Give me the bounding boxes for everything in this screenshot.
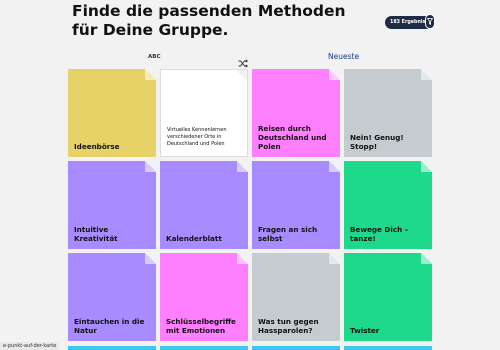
method-card-title: Schlüsselbegriffe mit Emotionen xyxy=(166,317,236,335)
method-card-partial[interactable] xyxy=(160,346,248,350)
method-card[interactable]: Fragen an sich selbst xyxy=(252,161,340,249)
folded-corner xyxy=(329,253,340,264)
method-card[interactable]: Schlüsselbegriffe mit Emotionen xyxy=(160,253,248,341)
folded-corner xyxy=(329,161,340,172)
method-card-title: Twister xyxy=(350,326,380,335)
folded-corner xyxy=(421,161,432,172)
method-card[interactable]: Twister xyxy=(344,253,432,341)
folded-corner xyxy=(145,69,156,80)
status-url: e-punkt-auf-der-karte xyxy=(0,342,60,350)
filter-icon[interactable] xyxy=(425,14,435,29)
method-card-title: Ideenbörse xyxy=(74,142,120,151)
folded-corner xyxy=(421,253,432,264)
method-card-title: Intuitive Kreativität xyxy=(74,225,118,243)
method-card-title: Was tun gegen Hassparolen? xyxy=(258,317,319,335)
method-card[interactable]: Was tun gegen Hassparolen? xyxy=(252,253,340,341)
method-card-title: Fragen an sich selbst xyxy=(258,225,318,243)
method-card-partial[interactable] xyxy=(68,346,156,350)
method-card-title: Kalenderblatt xyxy=(166,234,222,243)
method-card-title: Eintauchen in die Natur xyxy=(74,317,145,335)
folded-corner xyxy=(237,161,248,172)
page-title-line2: für Deine Gruppe. xyxy=(72,21,229,39)
method-card-partial[interactable] xyxy=(252,346,340,350)
folded-corner xyxy=(145,253,156,264)
method-card[interactable]: Virtuelles Kennenlernen verschiedener Or… xyxy=(160,69,248,157)
folded-corner xyxy=(421,69,432,80)
sort-bar: ABC Neueste xyxy=(0,52,500,68)
results-count-button[interactable]: 183 Ergebnisse xyxy=(385,14,435,29)
method-card[interactable]: Intuitive Kreativität xyxy=(68,161,156,249)
page-title: Finde die passenden Methoden für Deine G… xyxy=(72,2,346,40)
method-card-partial[interactable] xyxy=(344,346,432,350)
method-card-title: Nein! Genug! Stopp! xyxy=(350,133,404,151)
folded-corner xyxy=(329,69,340,80)
method-card[interactable]: Eintauchen in die Natur xyxy=(68,253,156,341)
sort-abc-button[interactable]: ABC xyxy=(148,54,161,60)
folded-corner xyxy=(237,253,248,264)
method-card[interactable]: Bewege Dich – tanze! xyxy=(344,161,432,249)
method-card-title: Bewege Dich – tanze! xyxy=(350,225,409,243)
folded-corner xyxy=(236,70,247,81)
sort-newest-button[interactable]: Neueste xyxy=(328,52,359,61)
method-card[interactable]: Nein! Genug! Stopp! xyxy=(344,69,432,157)
method-card[interactable]: Kalenderblatt xyxy=(160,161,248,249)
method-card-title: Reisen durch Deutschland und Polen xyxy=(258,124,327,151)
folded-corner xyxy=(145,161,156,172)
method-card[interactable]: Ideenbörse xyxy=(68,69,156,157)
method-card-title: Virtuelles Kennenlernen verschiedener Or… xyxy=(167,127,227,147)
page-title-line1: Finde die passenden Methoden xyxy=(72,2,346,20)
shuffle-icon[interactable] xyxy=(238,53,249,68)
method-card[interactable]: Reisen durch Deutschland und Polen xyxy=(252,69,340,157)
